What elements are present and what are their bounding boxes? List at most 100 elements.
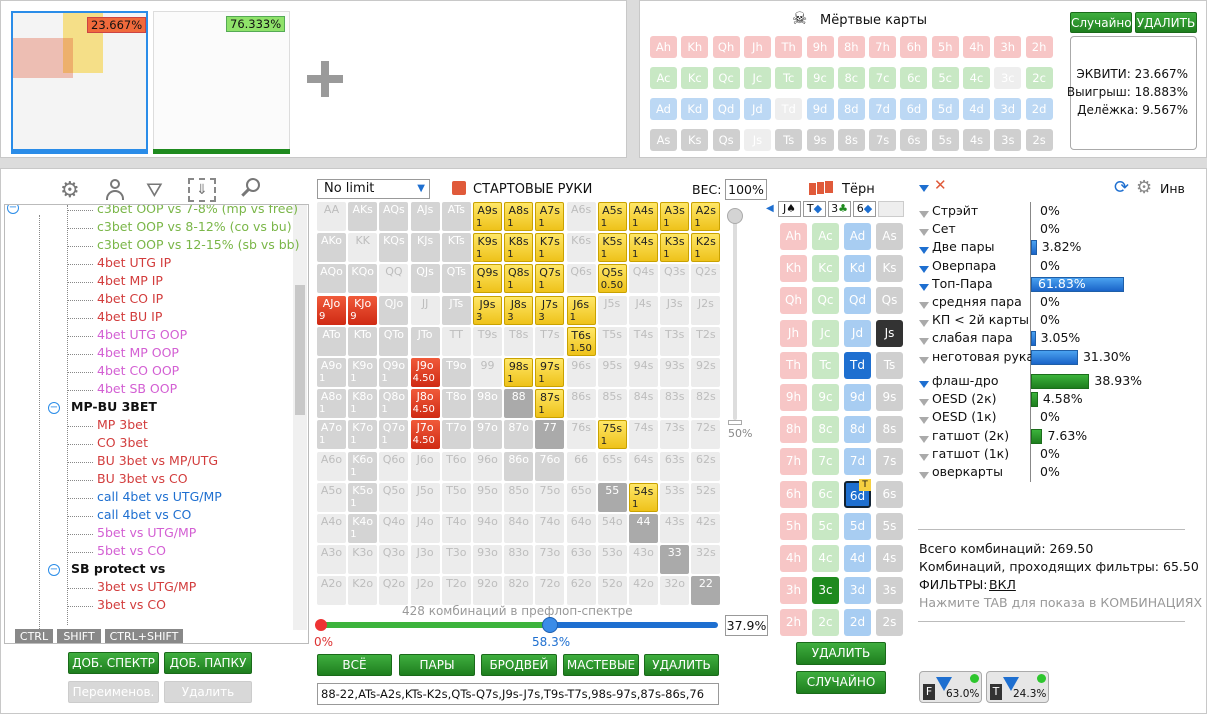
hand-cell-a3s[interactable]: A3s 1 bbox=[660, 202, 690, 231]
tree-item[interactable]: 4bet MP IP bbox=[97, 273, 163, 288]
hand-cell-k2s[interactable]: K2s 1 bbox=[691, 233, 721, 263]
stat-filter-icon[interactable] bbox=[919, 449, 933, 463]
hand-cell-65s[interactable]: 65s bbox=[597, 451, 627, 481]
turn-card-jh[interactable]: Jh bbox=[780, 319, 807, 347]
hand-cell-54s[interactable]: 54s 1 bbox=[629, 482, 658, 512]
tree-item[interactable]: call 4bet vs CO bbox=[97, 507, 191, 522]
hand-cell-k8s[interactable]: K8s 1 bbox=[504, 233, 534, 263]
hand-cell-jj[interactable]: JJ bbox=[410, 295, 440, 325]
turn-card-qc[interactable]: Qc bbox=[812, 287, 839, 315]
turn-card-9c[interactable]: 9c bbox=[812, 384, 839, 411]
dead-card-9c[interactable]: 9c bbox=[806, 67, 834, 89]
hand-cell-43o[interactable]: 43o bbox=[629, 545, 658, 575]
dead-card-2h[interactable]: 2h bbox=[1025, 36, 1053, 58]
spectrum-thumb-2[interactable]: 76.333% bbox=[153, 11, 290, 153]
hand-cell-q7o[interactable]: Q7o 1 bbox=[379, 420, 409, 450]
turn-card-ad[interactable]: Ad bbox=[844, 223, 871, 250]
hand-cell-q5o[interactable]: Q5o bbox=[379, 482, 409, 512]
hand-cell-64s[interactable]: 64s bbox=[629, 451, 658, 481]
hand-cell-62s[interactable]: 62s bbox=[691, 451, 721, 481]
turn-card-kh[interactable]: Kh bbox=[780, 255, 807, 283]
tree-folder-collapse-icon[interactable]: − bbox=[48, 402, 60, 414]
hand-cell-84o[interactable]: 84o bbox=[504, 514, 534, 543]
stat-filter-icon[interactable] bbox=[919, 467, 933, 481]
tree-item[interactable]: c3bet OOP vs 7-8% (mp vs free) bbox=[97, 205, 298, 216]
hand-cell-kqo[interactable]: KQo bbox=[348, 264, 378, 294]
stat-filter-icon[interactable] bbox=[919, 376, 933, 390]
board-card-3c[interactable]: 3♣ bbox=[828, 201, 851, 217]
hand-cell-t3o[interactable]: T3o bbox=[441, 545, 471, 575]
dead-card-6c[interactable]: 6c bbox=[900, 67, 928, 89]
hand-cell-t4o[interactable]: T4o bbox=[441, 514, 471, 543]
hand-cell-83o[interactable]: 83o bbox=[504, 545, 534, 575]
tree-item[interactable]: BU 3bet vs MP/UTG bbox=[97, 453, 218, 468]
hand-cell-t8o[interactable]: T8o bbox=[441, 389, 471, 419]
turn-random-button[interactable]: СЛУЧАЙНО bbox=[796, 671, 886, 694]
matrix-delete-button[interactable]: УДАЛИТЬ bbox=[644, 654, 719, 676]
tree-item[interactable]: 5bet vs CO bbox=[97, 543, 166, 558]
rename-button[interactable]: Переименов. bbox=[68, 681, 159, 703]
tree-item[interactable]: 4bet UTG IP bbox=[97, 255, 171, 270]
range-percent-input[interactable]: 37.9% bbox=[725, 615, 768, 636]
hand-cell-53s[interactable]: 53s bbox=[660, 482, 690, 512]
hand-cell-q4s[interactable]: Q4s bbox=[629, 264, 658, 294]
turn-card-2s[interactable]: 2s bbox=[876, 609, 903, 637]
hand-cell-63s[interactable]: 63s bbox=[660, 451, 690, 481]
dead-card-3d[interactable]: 3d bbox=[994, 98, 1022, 120]
dead-card-4h[interactable]: 4h bbox=[963, 36, 990, 58]
turn-card-qs[interactable]: Qs bbox=[876, 287, 903, 315]
tree-item[interactable]: 3bet vs UTG/MP bbox=[97, 579, 196, 594]
hand-cell-87s[interactable]: 87s 1 bbox=[535, 389, 565, 419]
tree-item[interactable]: 5bet vs UTG/MP bbox=[97, 525, 196, 540]
hand-cell-j5s[interactable]: J5s bbox=[597, 295, 627, 325]
turn-card-th[interactable]: Th bbox=[780, 351, 807, 379]
turn-card-7s[interactable]: 7s bbox=[876, 448, 903, 476]
dead-card-6d[interactable]: 6d bbox=[900, 98, 928, 120]
hand-cell-t2s[interactable]: T2s bbox=[691, 326, 721, 356]
hand-cell-qts[interactable]: QTs bbox=[441, 264, 471, 294]
hand-cell-q2o[interactable]: Q2o bbox=[379, 576, 409, 606]
hand-cell-98o[interactable]: 98o bbox=[473, 389, 502, 419]
hand-cell-k3o[interactable]: K3o bbox=[348, 545, 378, 575]
dead-card-6s[interactable]: 6s bbox=[900, 129, 928, 151]
hand-cell-q4o[interactable]: Q4o bbox=[379, 514, 409, 543]
turn-card-8d[interactable]: 8d bbox=[844, 416, 871, 444]
add-spectrum-plus-icon[interactable] bbox=[307, 61, 343, 97]
hand-cell-86o[interactable]: 86o bbox=[504, 451, 534, 481]
hand-cell-95o[interactable]: 95o bbox=[473, 482, 502, 512]
dead-card-th[interactable]: Th bbox=[775, 36, 803, 58]
hand-cell-55[interactable]: 55 bbox=[597, 482, 627, 512]
stat-filter-icon[interactable] bbox=[919, 224, 933, 238]
turn-card-3c[interactable]: 3c bbox=[812, 577, 839, 605]
hand-cell-96s[interactable]: 96s bbox=[566, 358, 596, 387]
hand-cell-q6s[interactable]: Q6s bbox=[566, 264, 596, 294]
range-slider-mid-handle[interactable] bbox=[542, 617, 558, 633]
add-spectrum-button[interactable]: ДОБ. СПЕКТР bbox=[68, 652, 159, 674]
turn-card-jd[interactable]: Jd bbox=[844, 319, 871, 347]
dead-card-4s[interactable]: 4s bbox=[963, 129, 990, 151]
hand-cell-k5s[interactable]: K5s 1 bbox=[597, 233, 627, 263]
stat-filter-icon[interactable] bbox=[919, 412, 933, 426]
dead-card-ad[interactable]: Ad bbox=[650, 98, 677, 120]
select-all-button[interactable]: ВСЁ bbox=[317, 654, 392, 676]
spectrum-thumb-1[interactable]: 23.667% bbox=[11, 11, 148, 153]
hand-cell-98s[interactable]: 98s 1 bbox=[504, 358, 534, 387]
hand-cell-a3o[interactable]: A3o bbox=[317, 545, 346, 575]
hand-cell-22[interactable]: 22 bbox=[691, 576, 721, 606]
hand-cell-42o[interactable]: 42o bbox=[629, 576, 658, 606]
hand-cell-q8s[interactable]: Q8s 1 bbox=[504, 264, 534, 294]
dead-card-5s[interactable]: 5s bbox=[931, 129, 959, 151]
dead-card-8d[interactable]: 8d bbox=[837, 98, 865, 120]
hand-cell-k7o[interactable]: K7o 1 bbox=[348, 420, 378, 450]
user-icon[interactable] bbox=[104, 178, 126, 200]
hand-cell-53o[interactable]: 53o bbox=[597, 545, 627, 575]
dead-card-8s[interactable]: 8s bbox=[837, 129, 865, 151]
hand-cell-t8s[interactable]: T8s bbox=[504, 326, 534, 356]
turn-card-kc[interactable]: Kc bbox=[812, 255, 839, 283]
turn-card-6c[interactable]: 6c bbox=[812, 480, 839, 508]
dead-card-jc[interactable]: Jc bbox=[743, 67, 771, 89]
hand-cell-j6o[interactable]: J6o bbox=[410, 451, 440, 481]
turn-card-9h[interactable]: 9h bbox=[780, 384, 807, 411]
dead-card-9s[interactable]: 9s bbox=[806, 129, 834, 151]
turn-card-3d[interactable]: 3d bbox=[844, 577, 871, 605]
